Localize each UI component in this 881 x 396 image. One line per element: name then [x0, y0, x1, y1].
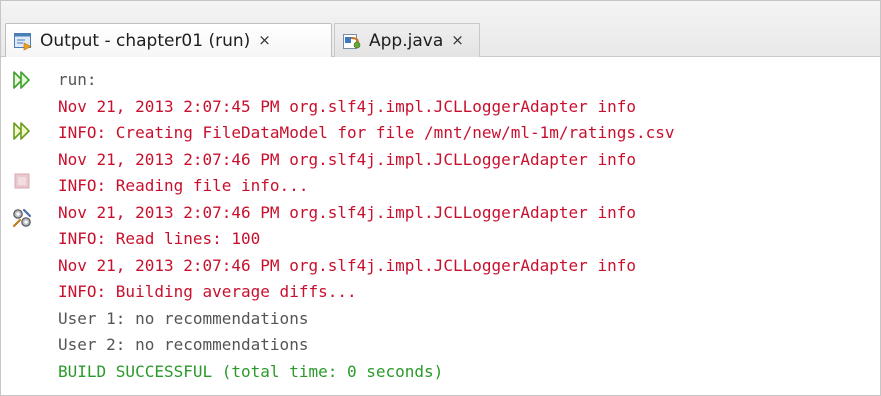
console-line: run: — [58, 70, 97, 89]
output-window-icon — [14, 32, 32, 50]
tab-output-label: Output - chapter01 (run) — [40, 30, 251, 51]
console-line: INFO: Building average diffs... — [58, 282, 357, 301]
tab-app-java-label: App.java — [369, 30, 444, 51]
settings-icon[interactable] — [11, 207, 33, 229]
console-line: Nov 21, 2013 2:07:45 PM org.slf4j.impl.J… — [58, 96, 636, 116]
console-line: Nov 21, 2013 2:07:46 PM org.slf4j.impl.J… — [58, 255, 636, 275]
output-window: Output - chapter01 (run) × App.java × ru… — [0, 0, 881, 396]
console-line: INFO: Creating FileDataModel for file /m… — [58, 123, 675, 142]
rerun-with-options-icon[interactable] — [11, 120, 33, 142]
output-toolbar — [1, 57, 47, 395]
console-output[interactable]: run: Nov 21, 2013 2:07:45 PM org.slf4j.im… — [58, 67, 880, 385]
console-line: BUILD SUCCESSFUL (total time: 0 seconds) — [58, 361, 444, 381]
tab-output[interactable]: Output - chapter01 (run) × — [5, 23, 332, 57]
close-icon[interactable]: × — [258, 33, 271, 48]
tab-bar: Output - chapter01 (run) × App.java × — [1, 1, 880, 57]
stop-icon[interactable] — [11, 170, 33, 192]
close-icon[interactable]: × — [451, 33, 464, 48]
rerun-icon[interactable] — [11, 69, 33, 91]
console-line: Nov 21, 2013 2:07:46 PM org.slf4j.impl.J… — [58, 202, 636, 222]
java-file-icon — [343, 33, 361, 49]
console-line: Nov 21, 2013 2:07:46 PM org.slf4j.impl.J… — [58, 149, 636, 169]
console-line: User 2: no recommendations — [58, 335, 309, 354]
console-line: INFO: Read lines: 100 — [58, 229, 261, 248]
console-line: INFO: Reading file info... — [58, 176, 309, 195]
tab-app-java[interactable]: App.java × — [334, 23, 480, 57]
console-line: User 1: no recommendations — [58, 308, 309, 328]
